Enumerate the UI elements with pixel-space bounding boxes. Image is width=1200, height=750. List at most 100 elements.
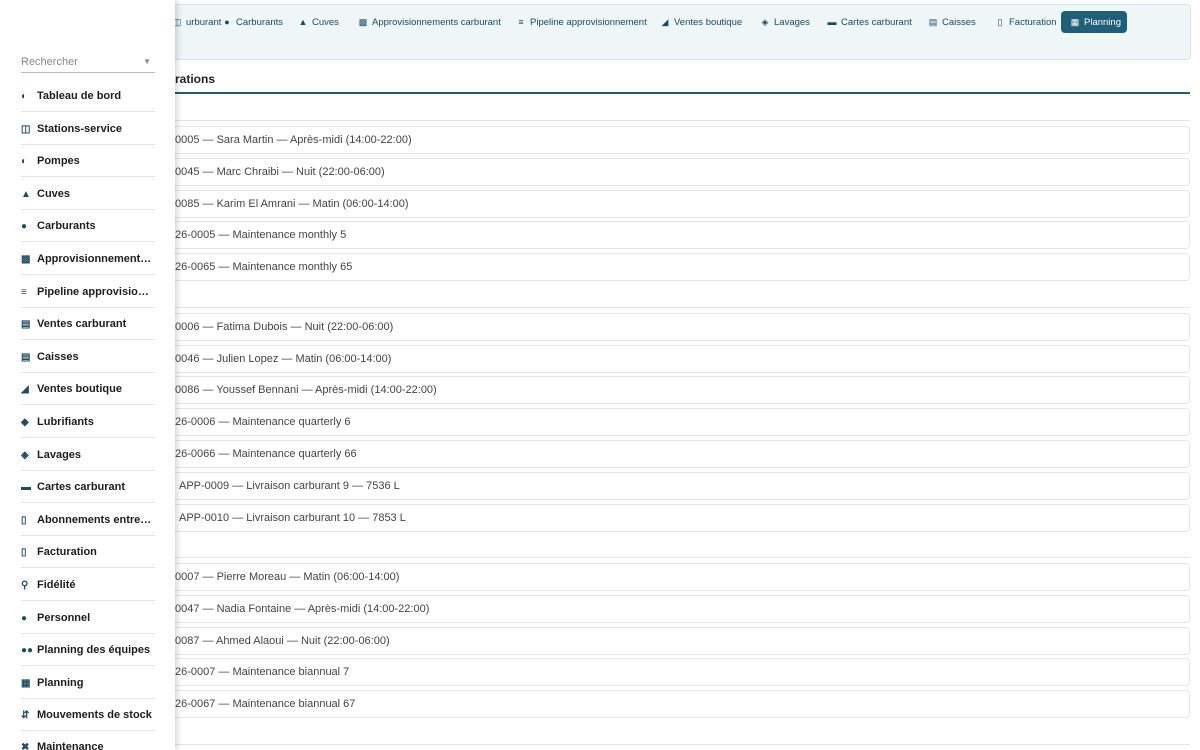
title-divider <box>175 92 1190 94</box>
list-item[interactable]: APP-0009 — Livraison carburant 9 — 7536 … <box>175 472 1190 500</box>
topnav-item-approvisionnements[interactable]: ▩ Approvisionnements carburant <box>349 11 509 33</box>
invoice-icon: ▯ <box>997 17 1003 27</box>
oil-can-icon: ▲ <box>21 189 31 200</box>
main-content: rations 0005 — Sara Martin — Après-midi … <box>175 60 1190 750</box>
sidebar-item-label: Cartes carburant <box>37 481 126 493</box>
topnav-label: Carburants <box>236 17 283 28</box>
list-icon: ≡ <box>21 287 27 298</box>
oil-can-icon: ▲ <box>298 17 308 27</box>
group-divider <box>175 557 1190 558</box>
topnav-label: Ventes boutique <box>674 17 743 28</box>
sidebar-item-label: Maintenance <box>37 741 104 750</box>
list-icon: ≡ <box>518 17 524 27</box>
sidebar-item-tableau-de-bord[interactable]: ◐ Tableau de bord <box>21 80 155 112</box>
topnav-item-pipeline[interactable]: ≡ Pipeline approvisionnement <box>507 11 655 33</box>
sidebar-item-label: Tableau de bord <box>37 90 122 102</box>
cash-register-icon: ▤ <box>928 17 938 27</box>
fuel-station-icon: ◫ <box>21 124 31 135</box>
topnav-item-ventes-boutique[interactable]: ◢ Ventes boutique <box>651 11 750 33</box>
sidebar-item-approvisionnements[interactable]: ▩ Approvisionnements carburant <box>21 243 155 275</box>
sidebar-item-pompes[interactable]: ◐ Pompes <box>21 145 155 177</box>
sidebar-item-lubrifiants[interactable]: ◆ Lubrifiants <box>21 406 155 438</box>
list-item[interactable]: 0047 — Nadia Fontaine — Après-midi (14:0… <box>175 595 1190 623</box>
sidebar-item-label: Caisses <box>37 351 79 363</box>
truck-icon: ▩ <box>21 254 31 265</box>
topnav-item-cartes-carburant[interactable]: ▬ Cartes carburant <box>818 11 920 33</box>
sidebar-item-label: Abonnements entreprise <box>37 514 155 526</box>
list-item[interactable]: 0085 — Karim El Amrani — Matin (06:00-14… <box>175 190 1190 218</box>
credit-card-icon: ▬ <box>827 17 837 27</box>
list-item[interactable]: 0046 — Julien Lopez — Matin (06:00-14:00… <box>175 345 1190 373</box>
topnav-label: Cuves <box>312 17 339 28</box>
sidebar-item-ventes-carburant[interactable]: ▤ Ventes carburant <box>21 308 155 340</box>
credit-card-icon: ▬ <box>21 482 31 493</box>
sidebar-item-ventes-boutique[interactable]: ◢ Ventes boutique <box>21 373 155 405</box>
sidebar-item-label: Facturation <box>37 546 97 558</box>
sidebar-item-label: Ventes boutique <box>37 383 122 395</box>
list-item[interactable]: 26-0005 — Maintenance monthly 5 <box>175 221 1190 249</box>
topnav-label: Planning <box>1084 17 1121 28</box>
list-item[interactable]: 0007 — Pierre Moreau — Matin (06:00-14:0… <box>175 563 1190 591</box>
topnav-item-planning[interactable]: ▦ Planning <box>1061 11 1127 33</box>
list-item[interactable]: APP-0010 — Livraison carburant 10 — 7853… <box>175 504 1190 532</box>
list-item[interactable]: 0086 — Youssef Bennani — Après-midi (14:… <box>175 376 1190 404</box>
list-item[interactable]: 0087 — Ahmed Alaoui — Nuit (22:00-06:00) <box>175 627 1190 655</box>
topnav-item-lavages[interactable]: ◈ Lavages <box>751 11 818 33</box>
calendar-icon: ▦ <box>1070 17 1080 27</box>
sidebar-item-mouvements-stock[interactable]: ⇵ Mouvements de stock <box>21 699 155 731</box>
list-item[interactable]: 26-0067 — Maintenance biannual 67 <box>175 690 1190 718</box>
topnav-label: Cartes carburant <box>841 17 912 28</box>
sidebar-item-caisses[interactable]: ▤ Caisses <box>21 341 155 373</box>
receipt-icon: ▤ <box>21 319 31 330</box>
topnav-item-carburants[interactable]: ● Carburants <box>213 11 291 33</box>
car-icon: ◈ <box>761 17 769 27</box>
list-item[interactable]: 0006 — Fatima Dubois — Nuit (22:00-06:00… <box>175 313 1190 341</box>
users-icon: ●● <box>21 645 34 656</box>
sidebar-item-label: Lavages <box>37 449 82 461</box>
sidebar-item-planning[interactable]: ▦ Planning <box>21 667 155 699</box>
search-placeholder: Rechercher <box>21 56 78 68</box>
sidebar-item-label: Personnel <box>37 612 91 624</box>
sidebar-item-label: Cuves <box>37 188 71 200</box>
user-icon: ● <box>21 613 28 624</box>
sidebar-item-label: Planning des équipes <box>37 644 151 656</box>
truck-icon: ▩ <box>358 17 368 27</box>
list-item[interactable]: 26-0007 — Maintenance biannual 7 <box>175 658 1190 686</box>
basket-icon: ◢ <box>21 384 29 395</box>
topnav-item-caisses[interactable]: ▤ Caisses <box>919 11 984 33</box>
list-item[interactable]: 26-0065 — Maintenance monthly 65 <box>175 253 1190 281</box>
search-input[interactable]: Rechercher ▼ <box>21 53 155 73</box>
droplet-icon: ● <box>224 17 230 27</box>
sidebar-item-label: Stations-service <box>37 123 122 135</box>
award-icon: ⚲ <box>21 580 29 591</box>
arrows-icon: ⇵ <box>21 710 30 721</box>
sidebar-item-personnel[interactable]: ● Personnel <box>21 602 155 634</box>
topnav-item-facturation[interactable]: ▯ Facturation <box>986 11 1065 33</box>
sidebar-item-cartes-carburant[interactable]: ▬ Cartes carburant <box>21 471 155 503</box>
sidebar-item-maintenance[interactable]: ✖ Maintenance <box>21 731 155 750</box>
sidebar-item-pipeline[interactable]: ≡ Pipeline approvisionnement <box>21 276 155 308</box>
list-item[interactable]: 0045 — Marc Chraibi — Nuit (22:00-06:00) <box>175 158 1190 186</box>
invoice-icon: ▯ <box>21 547 27 558</box>
sidebar-item-cuves[interactable]: ▲ Cuves <box>21 178 155 210</box>
basket-icon: ◢ <box>661 17 669 27</box>
sidebar-item-label: Mouvements de stock <box>37 709 152 721</box>
sidebar-item-stations-service[interactable]: ◫ Stations-service <box>21 113 155 145</box>
caret-down-icon[interactable]: ▼ <box>143 53 151 71</box>
sidebar-item-label: Approvisionnements carburant <box>37 253 155 265</box>
sidebar-item-abonnements[interactable]: ▯ Abonnements entreprise <box>21 504 155 536</box>
group-divider <box>175 120 1190 121</box>
sidebar-item-label: Pompes <box>37 155 80 167</box>
list-item[interactable]: 26-0006 — Maintenance quarterly 6 <box>175 408 1190 436</box>
topnav-item-cuves[interactable]: ▲ Cuves <box>289 11 347 33</box>
droplet-icon: ● <box>21 221 28 232</box>
sidebar-item-carburants[interactable]: ● Carburants <box>21 210 155 242</box>
sidebar-item-fidelite[interactable]: ⚲ Fidélité <box>21 569 155 601</box>
sidebar-item-lavages[interactable]: ◈ Lavages <box>21 439 155 471</box>
list-item[interactable]: 0005 — Sara Martin — Après-midi (14:00-2… <box>175 126 1190 154</box>
list-item[interactable]: 26-0066 — Maintenance quarterly 66 <box>175 440 1190 468</box>
sidebar-item-facturation[interactable]: ▯ Facturation <box>21 536 155 568</box>
sidebar-item-label: Fidélité <box>37 579 76 591</box>
sidebar-item-planning-equipes[interactable]: ●● Planning des équipes <box>21 634 155 666</box>
topnav-label: Pipeline approvisionnement <box>530 17 647 28</box>
